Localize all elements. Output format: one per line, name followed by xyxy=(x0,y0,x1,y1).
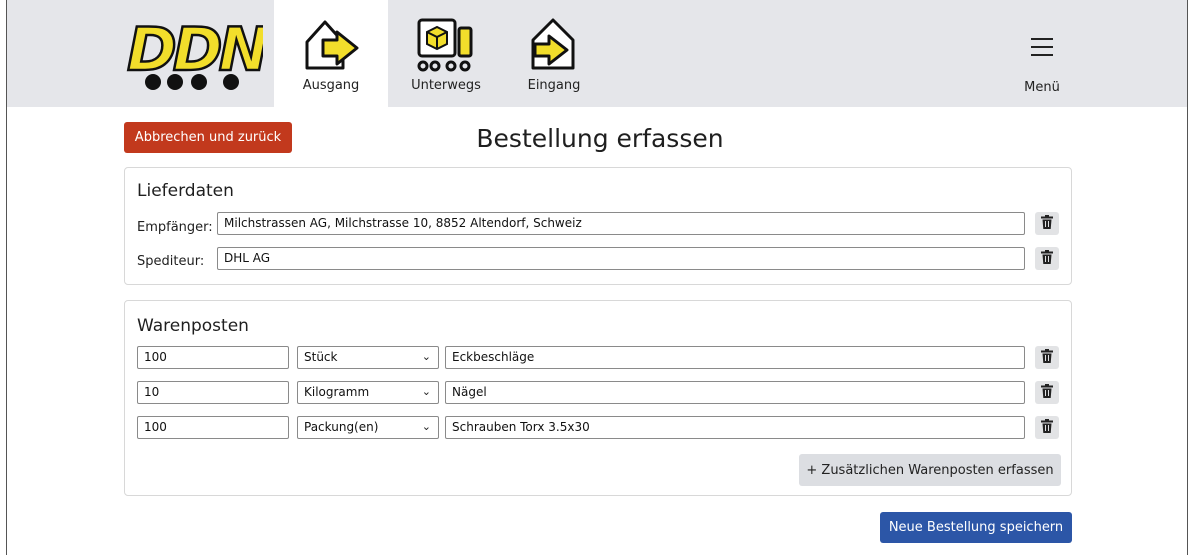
nav-tab-ausgang[interactable]: Ausgang xyxy=(274,0,388,107)
trash-icon xyxy=(1041,249,1053,268)
box-arrow-in-icon xyxy=(529,16,579,76)
delete-item-button[interactable] xyxy=(1035,346,1059,369)
card-title: Lieferdaten xyxy=(137,181,234,201)
truck-box-icon xyxy=(413,16,479,78)
save-new-order-button[interactable]: Neue Bestellung speichern xyxy=(880,512,1072,543)
nav-tab-label: Eingang xyxy=(527,78,581,93)
svg-text:DDN: DDN xyxy=(127,15,263,85)
carrier-input[interactable]: DHL AG xyxy=(217,247,1025,270)
ddn-logo[interactable]: DDN xyxy=(123,12,273,94)
item-description-input[interactable]: Eckbeschläge xyxy=(445,346,1025,369)
chevron-down-icon: ⌄ xyxy=(421,420,431,433)
top-navigation-bar: DDN Ausgang Unterwegs Eingang Menü xyxy=(7,0,1187,107)
page-title: Bestellung erfassen xyxy=(476,124,724,153)
nav-tab-unterwegs[interactable]: Unterwegs xyxy=(394,0,498,107)
delete-item-button[interactable] xyxy=(1035,381,1059,404)
item-description-input[interactable]: Schrauben Torx 3.5x30 xyxy=(445,416,1025,439)
delivery-details-card: Lieferdaten Empfänger: Milchstrassen AG,… xyxy=(124,167,1072,285)
card-title: Warenposten xyxy=(137,316,249,336)
chevron-down-icon: ⌄ xyxy=(421,350,431,363)
nav-tab-eingang[interactable]: Eingang xyxy=(514,0,594,107)
quantity-input[interactable]: 100 xyxy=(137,416,289,439)
quantity-input[interactable]: 100 xyxy=(137,346,289,369)
unit-select-value: Packung(en) xyxy=(304,420,379,434)
trash-icon xyxy=(1041,348,1053,367)
add-goods-item-button[interactable]: + Zusätzlichen Warenposten erfassen xyxy=(799,454,1061,486)
unit-select-value: Kilogramm xyxy=(304,385,370,399)
item-description-input[interactable]: Nägel xyxy=(445,381,1025,404)
quantity-input[interactable]: 10 xyxy=(137,381,289,404)
trash-icon xyxy=(1041,383,1053,402)
menu-label: Menü xyxy=(1024,80,1060,95)
trash-icon xyxy=(1041,418,1053,437)
unit-select[interactable]: Packung(en) ⌄ xyxy=(297,416,439,439)
cancel-and-back-button[interactable]: Abbrechen und zurück xyxy=(124,122,292,153)
menu-button[interactable]: Menü xyxy=(1017,30,1067,100)
trash-icon xyxy=(1041,214,1053,233)
chevron-down-icon: ⌄ xyxy=(421,385,431,398)
hamburger-icon xyxy=(1031,38,1053,56)
recipient-input[interactable]: Milchstrassen AG, Milchstrasse 10, 8852 … xyxy=(217,212,1025,235)
unit-select[interactable]: Stück ⌄ xyxy=(297,346,439,369)
carrier-label: Spediteur: xyxy=(137,254,205,269)
unit-select-value: Stück xyxy=(304,350,338,364)
nav-tab-label: Unterwegs xyxy=(411,78,481,93)
nav-tab-label: Ausgang xyxy=(302,78,360,93)
unit-select[interactable]: Kilogramm ⌄ xyxy=(297,381,439,404)
delete-item-button[interactable] xyxy=(1035,416,1059,439)
goods-items-card: Warenposten 100 Stück ⌄ Eckbeschläge 10 … xyxy=(124,300,1072,496)
box-arrow-out-icon xyxy=(301,16,361,76)
recipient-label: Empfänger: xyxy=(137,220,213,235)
delete-carrier-button[interactable] xyxy=(1035,247,1059,270)
delete-recipient-button[interactable] xyxy=(1035,212,1059,235)
